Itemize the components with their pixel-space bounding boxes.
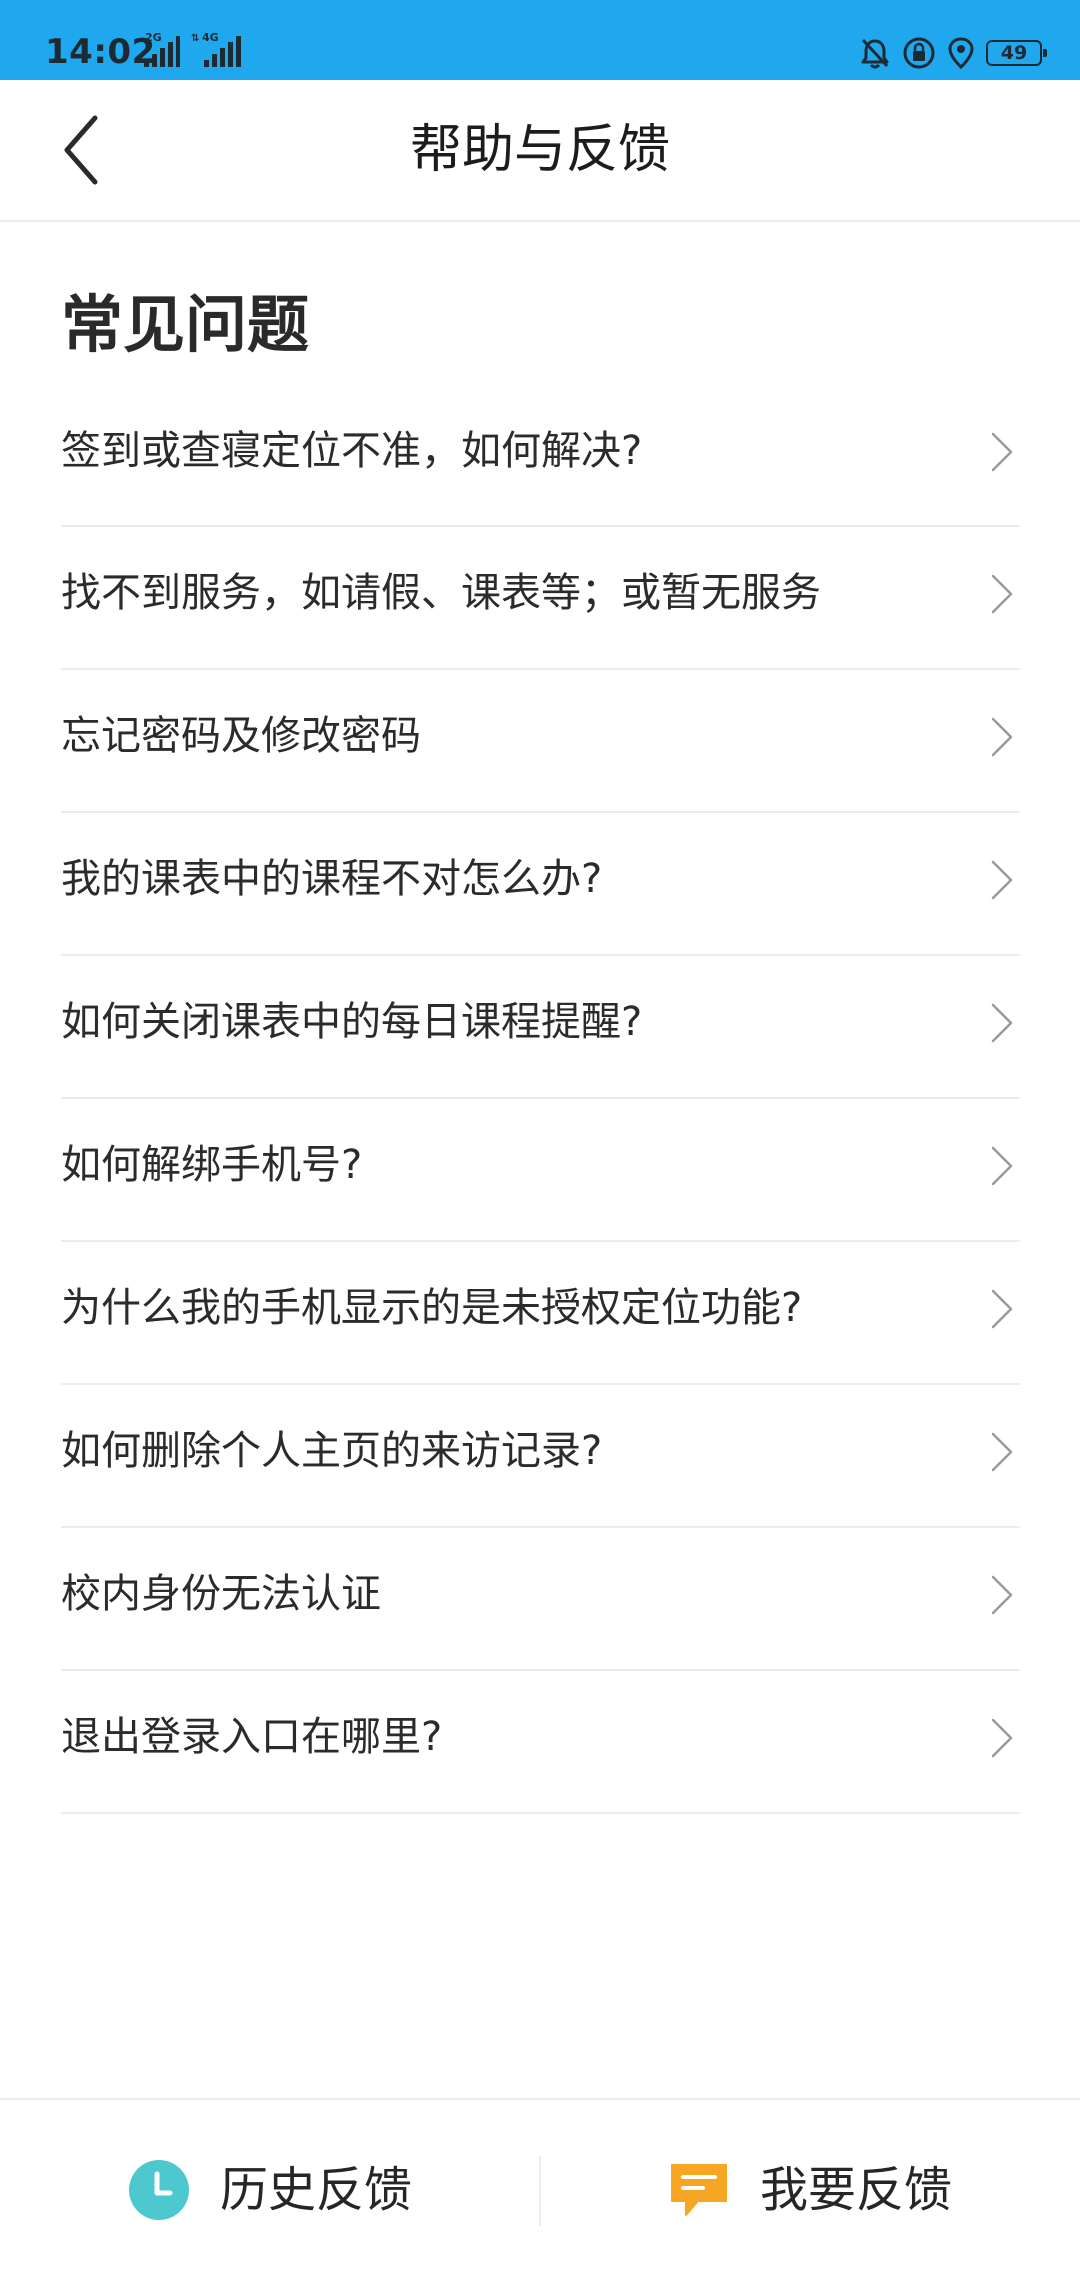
faq-item[interactable]: 如何删除个人主页的来访记录? <box>61 1385 1020 1528</box>
chevron-right-icon <box>991 1003 1013 1043</box>
faq-item[interactable]: 退出登录入口在哪里? <box>61 1671 1020 1814</box>
chevron-right-icon <box>991 1432 1013 1472</box>
chevron-right-icon <box>991 1718 1013 1758</box>
history-feedback-label: 历史反馈 <box>220 2162 413 2218</box>
network-4g-label: 4G <box>202 31 219 44</box>
faq-item-label: 签到或查寝定位不准，如何解决? <box>61 428 643 474</box>
svg-text:⇅: ⇅ <box>191 33 199 44</box>
signal-icon: ⇅ 4G <box>191 31 241 67</box>
faq-item[interactable]: 我的课表中的课程不对怎么办? <box>61 813 1020 956</box>
status-time: 14:02 <box>45 32 156 72</box>
faq-item[interactable]: 如何关闭课表中的每日课程提醒? <box>61 956 1020 1099</box>
faq-list: 签到或查寝定位不准，如何解决? 找不到服务，如请假、课表等；或暂无服务 忘记密码… <box>61 385 1020 1814</box>
location-icon <box>948 37 974 70</box>
bottom-bar: 历史反馈 我要反馈 <box>0 2098 1080 2280</box>
rotation-lock-icon <box>903 37 935 69</box>
faq-item-label: 如何解绑手机号? <box>61 1142 363 1188</box>
network-2g-label: 2G <box>145 31 162 44</box>
status-icons: 49 <box>858 33 1047 73</box>
alarm-off-icon <box>861 38 889 69</box>
history-feedback-button[interactable]: 历史反馈 <box>128 2100 412 2280</box>
chevron-right-icon <box>991 574 1013 614</box>
section-title: 常见问题 <box>61 288 310 361</box>
battery-level: 49 <box>1000 42 1028 64</box>
battery-icon: 49 <box>986 40 1047 66</box>
faq-item-label: 退出登录入口在哪里? <box>61 1714 443 1760</box>
signal-icon: 2G <box>144 31 180 67</box>
chevron-right-icon <box>991 860 1013 900</box>
faq-item-label: 如何删除个人主页的来访记录? <box>61 1428 603 1474</box>
faq-item[interactable]: 如何解绑手机号? <box>61 1099 1020 1242</box>
faq-item-label: 为什么我的手机显示的是未授权定位功能? <box>61 1285 803 1331</box>
status-bar: 14:02 2G ⇅ 4G 49 <box>0 0 1080 80</box>
chevron-right-icon <box>991 1575 1013 1615</box>
faq-item-label: 如何关闭课表中的每日课程提醒? <box>61 999 643 1045</box>
chevron-right-icon <box>991 717 1013 757</box>
faq-item[interactable]: 忘记密码及修改密码 <box>61 670 1020 813</box>
app-header: 帮助与反馈 <box>0 80 1080 222</box>
chevron-right-icon <box>991 1289 1013 1329</box>
faq-item[interactable]: 为什么我的手机显示的是未授权定位功能? <box>61 1242 1020 1385</box>
faq-item[interactable]: 找不到服务，如请假、课表等；或暂无服务 <box>61 527 1020 670</box>
faq-item-label: 校内身份无法认证 <box>61 1571 381 1617</box>
faq-item-label: 我的课表中的课程不对怎么办? <box>61 856 603 902</box>
chevron-right-icon <box>991 1146 1013 1186</box>
submit-feedback-label: 我要反馈 <box>760 2162 953 2218</box>
clock-icon <box>129 2160 189 2220</box>
chevron-right-icon <box>991 432 1013 472</box>
chat-bubble-icon <box>671 2164 727 2216</box>
faq-item[interactable]: 校内身份无法认证 <box>61 1528 1020 1671</box>
faq-item-label: 找不到服务，如请假、课表等；或暂无服务 <box>61 570 821 616</box>
faq-item-label: 忘记密码及修改密码 <box>61 713 421 759</box>
submit-feedback-button[interactable]: 我要反馈 <box>668 2100 952 2280</box>
page-title: 帮助与反馈 <box>409 120 670 180</box>
faq-item[interactable]: 签到或查寝定位不准，如何解决? <box>61 385 1020 527</box>
bottom-divider <box>539 2156 541 2226</box>
